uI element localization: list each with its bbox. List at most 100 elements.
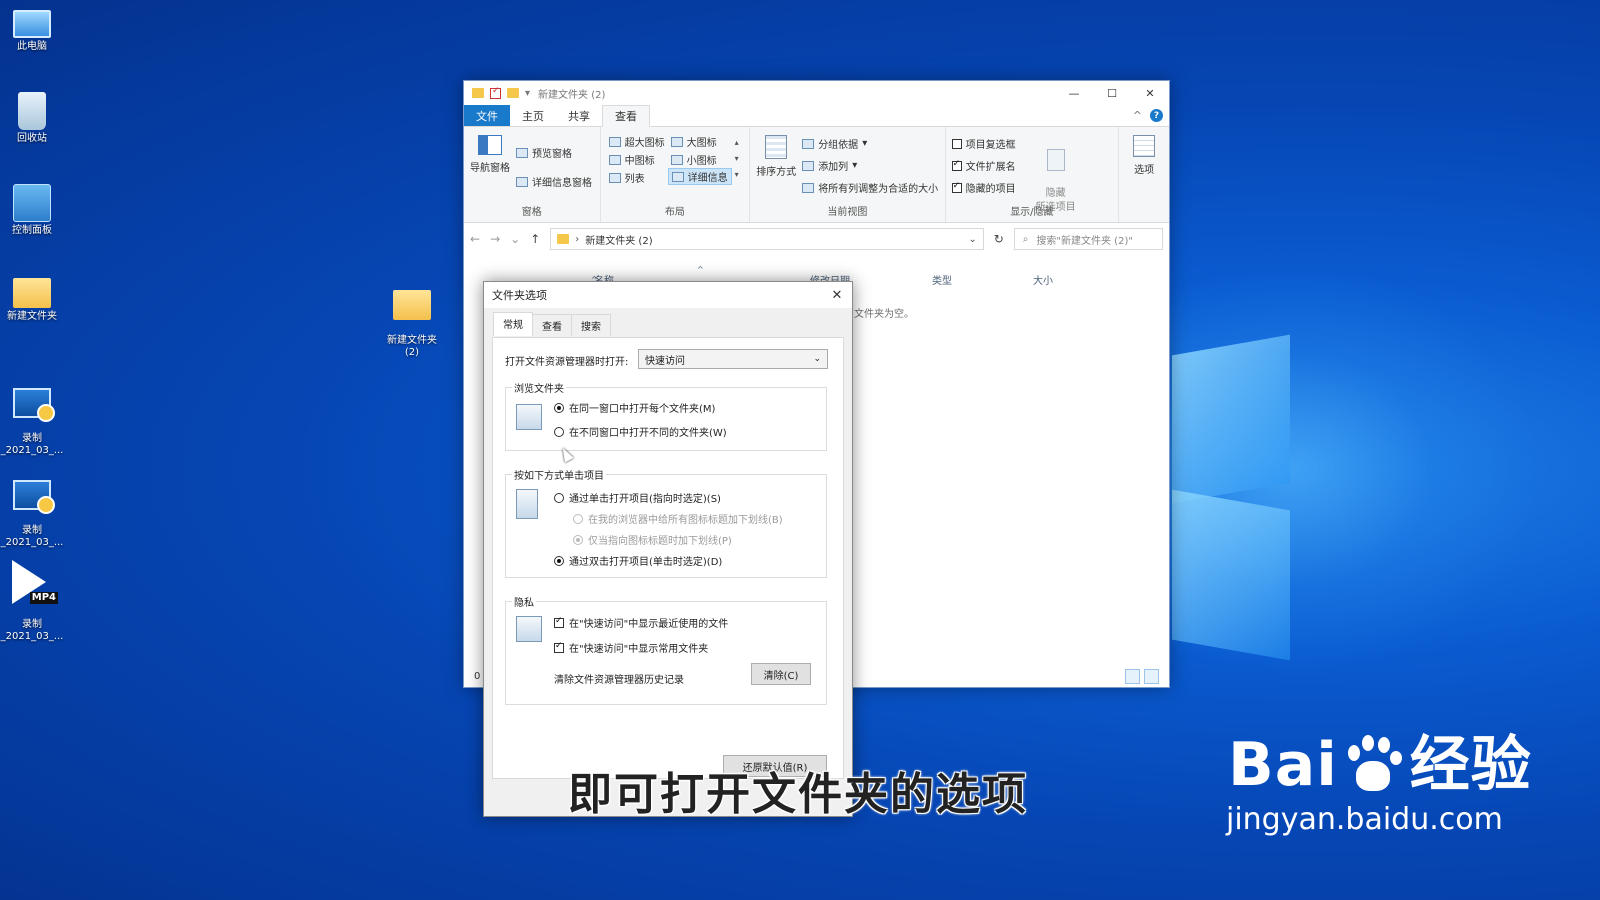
tab-general[interactable]: 常规 xyxy=(493,312,533,336)
file-extensions-toggle[interactable]: 文件扩展名 xyxy=(951,158,1016,173)
same-window-radio[interactable] xyxy=(554,402,564,413)
chevron-down-icon[interactable]: ⌄ xyxy=(968,234,976,245)
layout-extra-large-icons[interactable]: 超大图标 xyxy=(608,134,665,149)
desktop-icon-control-panel[interactable]: 控制面板 xyxy=(0,184,64,237)
frequent-folders-checkbox[interactable] xyxy=(554,641,564,653)
same-window-option[interactable]: 在同一窗口中打开每个文件夹(M) xyxy=(554,400,715,415)
size-all-columns-button[interactable]: 将所有列调整为合适的大小 xyxy=(802,180,938,195)
frequent-folders-option[interactable]: 在"快速访问"中显示常用文件夹 xyxy=(554,640,708,655)
layout-label: 详细信息 xyxy=(687,173,728,184)
minimize-button[interactable]: — xyxy=(1055,81,1093,105)
tab-view[interactable]: 查看 xyxy=(602,105,650,127)
desktop-icon-label: 回收站 xyxy=(17,133,47,144)
dialog-tabs: 常规 查看 搜索 xyxy=(484,308,852,336)
tab-share[interactable]: 共享 xyxy=(556,105,602,126)
recent-files-checkbox[interactable] xyxy=(554,616,564,628)
desktop-icon-recording-1[interactable]: 录制 _2021_03_... xyxy=(0,370,64,469)
tab-home[interactable]: 主页 xyxy=(510,105,556,126)
double-click-radio[interactable] xyxy=(554,555,564,566)
ribbon-view: 导航窗格 预览窗格 详细信息窗格 窗格 超大图标 大图标 中图标 小图标 列表 … xyxy=(464,127,1169,223)
column-size[interactable]: 大小 xyxy=(1033,272,1053,287)
title-bar: ▾ 新建文件夹 (2) — ☐ ✕ xyxy=(464,81,1169,105)
tab-view[interactable]: 查看 xyxy=(532,314,572,336)
chevron-down-icon: ▾ xyxy=(852,160,858,171)
open-explorer-select[interactable]: 快速访问 ⌄ xyxy=(638,349,828,369)
recycle-bin-icon xyxy=(18,92,46,130)
hidden-items-checkbox[interactable] xyxy=(951,181,962,193)
new-folder-icon[interactable] xyxy=(507,88,519,98)
recent-locations-icon[interactable]: ⌄ xyxy=(510,232,520,246)
layout-list[interactable]: 列表 xyxy=(608,170,645,185)
desktop-icon-new-folder[interactable]: 新建文件夹 xyxy=(0,272,64,323)
breadcrumb-current[interactable]: 新建文件夹 (2) xyxy=(585,232,652,247)
single-click-radio[interactable] xyxy=(554,492,564,503)
desktop-icon-recording-2[interactable]: 录制 _2021_03_... xyxy=(0,462,64,561)
item-checkboxes-toggle[interactable]: 项目复选框 xyxy=(951,136,1016,151)
computer-icon xyxy=(13,10,51,38)
large-icons-view-icon[interactable] xyxy=(1144,668,1159,684)
folder-icon xyxy=(13,278,51,308)
item-checkboxes-checkbox[interactable] xyxy=(951,138,962,149)
file-extensions-checkbox[interactable] xyxy=(951,159,962,171)
desktop-icon-label: 录制 _2021_03_... xyxy=(0,433,64,456)
nav-pane-button[interactable]: 导航窗格 xyxy=(470,135,510,174)
group-by-button[interactable]: 分组依据 ▾ xyxy=(802,136,867,151)
layout-details[interactable]: 详细信息 xyxy=(667,168,732,185)
group-legend: 隐私 xyxy=(512,594,536,609)
click-items-icon xyxy=(516,489,538,519)
properties-icon[interactable] xyxy=(490,86,501,99)
preview-pane-button[interactable]: 预览窗格 xyxy=(516,145,572,160)
item-count: 0 xyxy=(474,670,481,682)
details-view-icon[interactable] xyxy=(1125,668,1140,684)
underline-browser-radio xyxy=(573,513,583,524)
layout-large-icons[interactable]: 大图标 xyxy=(670,134,717,149)
options-group: 选项 xyxy=(1119,127,1169,222)
address-field[interactable]: › 新建文件夹 (2) ⌄ xyxy=(550,228,984,250)
tab-search[interactable]: 搜索 xyxy=(571,314,611,336)
desktop-icon-recording-mp4[interactable]: MP4 录制 _2021_03_... xyxy=(0,548,64,655)
recent-files-option[interactable]: 在"快速访问"中显示最近使用的文件 xyxy=(554,615,728,630)
options-label: 选项 xyxy=(1134,165,1155,176)
back-arrow-icon[interactable]: ← xyxy=(470,232,480,246)
dialog-title-bar: 文件夹选项 ✕ xyxy=(484,282,852,308)
collapse-ribbon-icon[interactable]: ^ xyxy=(1133,109,1142,122)
group-by-icon xyxy=(802,138,815,149)
details-pane-button[interactable]: 详细信息窗格 xyxy=(516,174,592,189)
privacy-group: 隐私 在"快速访问"中显示最近使用的文件 在"快速访问"中显示常用文件夹 清除文… xyxy=(505,594,827,705)
desktop-icon-label: 录制 _2021_03_... xyxy=(0,525,64,548)
options-button[interactable]: 选项 xyxy=(1125,135,1163,176)
close-icon[interactable]: ✕ xyxy=(822,288,852,303)
new-window-radio[interactable] xyxy=(554,426,564,437)
maximize-button[interactable]: ☐ xyxy=(1093,81,1131,105)
help-icon[interactable]: ? xyxy=(1150,109,1163,122)
column-type[interactable]: 类型 xyxy=(932,272,952,287)
double-click-option[interactable]: 通过双击打开项目(单击时选定)(D) xyxy=(554,553,722,568)
search-input[interactable]: ⌕ 搜索"新建文件夹 (2)" xyxy=(1013,228,1163,250)
group-name: 显示/隐藏 xyxy=(1010,207,1054,218)
layout-scroll-icon[interactable]: ▴ ▾ ▾ xyxy=(735,135,739,183)
close-button[interactable]: ✕ xyxy=(1131,81,1169,105)
hide-selected-icon xyxy=(1046,149,1065,171)
size-columns-icon xyxy=(802,182,815,193)
desktop-icon-this-pc[interactable]: 此电脑 xyxy=(0,4,64,53)
add-columns-button[interactable]: 添加列 ▾ xyxy=(802,158,857,173)
clear-history-button[interactable]: 清除(C) xyxy=(751,663,811,685)
layout-medium-icons[interactable]: 中图标 xyxy=(608,152,655,167)
folder-icon xyxy=(557,234,570,244)
nav-pane-label: 导航窗格 xyxy=(470,163,510,174)
customize-toolbar-icon[interactable]: ▾ xyxy=(525,88,530,99)
layout-small-icons[interactable]: 小图标 xyxy=(670,152,717,167)
sort-by-button[interactable]: 排序方式 xyxy=(754,135,798,178)
add-columns-icon xyxy=(802,160,815,171)
up-arrow-icon[interactable]: ↑ xyxy=(530,232,540,246)
search-placeholder: 搜索"新建文件夹 (2)" xyxy=(1036,235,1133,247)
desktop-icon-new-folder-2[interactable]: 新建文件夹 (2) xyxy=(380,272,444,371)
desktop-icon-recycle-bin[interactable]: 回收站 xyxy=(0,92,64,145)
layout-group: 超大图标 大图标 中图标 小图标 列表 详细信息 ▴ ▾ ▾ 布局 xyxy=(601,127,751,222)
hidden-items-toggle[interactable]: 隐藏的项目 xyxy=(951,180,1016,195)
new-window-option[interactable]: 在不同窗口中打开不同的文件夹(W) xyxy=(554,424,727,439)
refresh-icon[interactable]: ↻ xyxy=(994,232,1004,246)
tab-file[interactable]: 文件 xyxy=(464,105,510,126)
single-click-option[interactable]: 通过单击打开项目(指向时选定)(S) xyxy=(554,490,721,505)
forward-arrow-icon[interactable]: → xyxy=(490,232,500,246)
